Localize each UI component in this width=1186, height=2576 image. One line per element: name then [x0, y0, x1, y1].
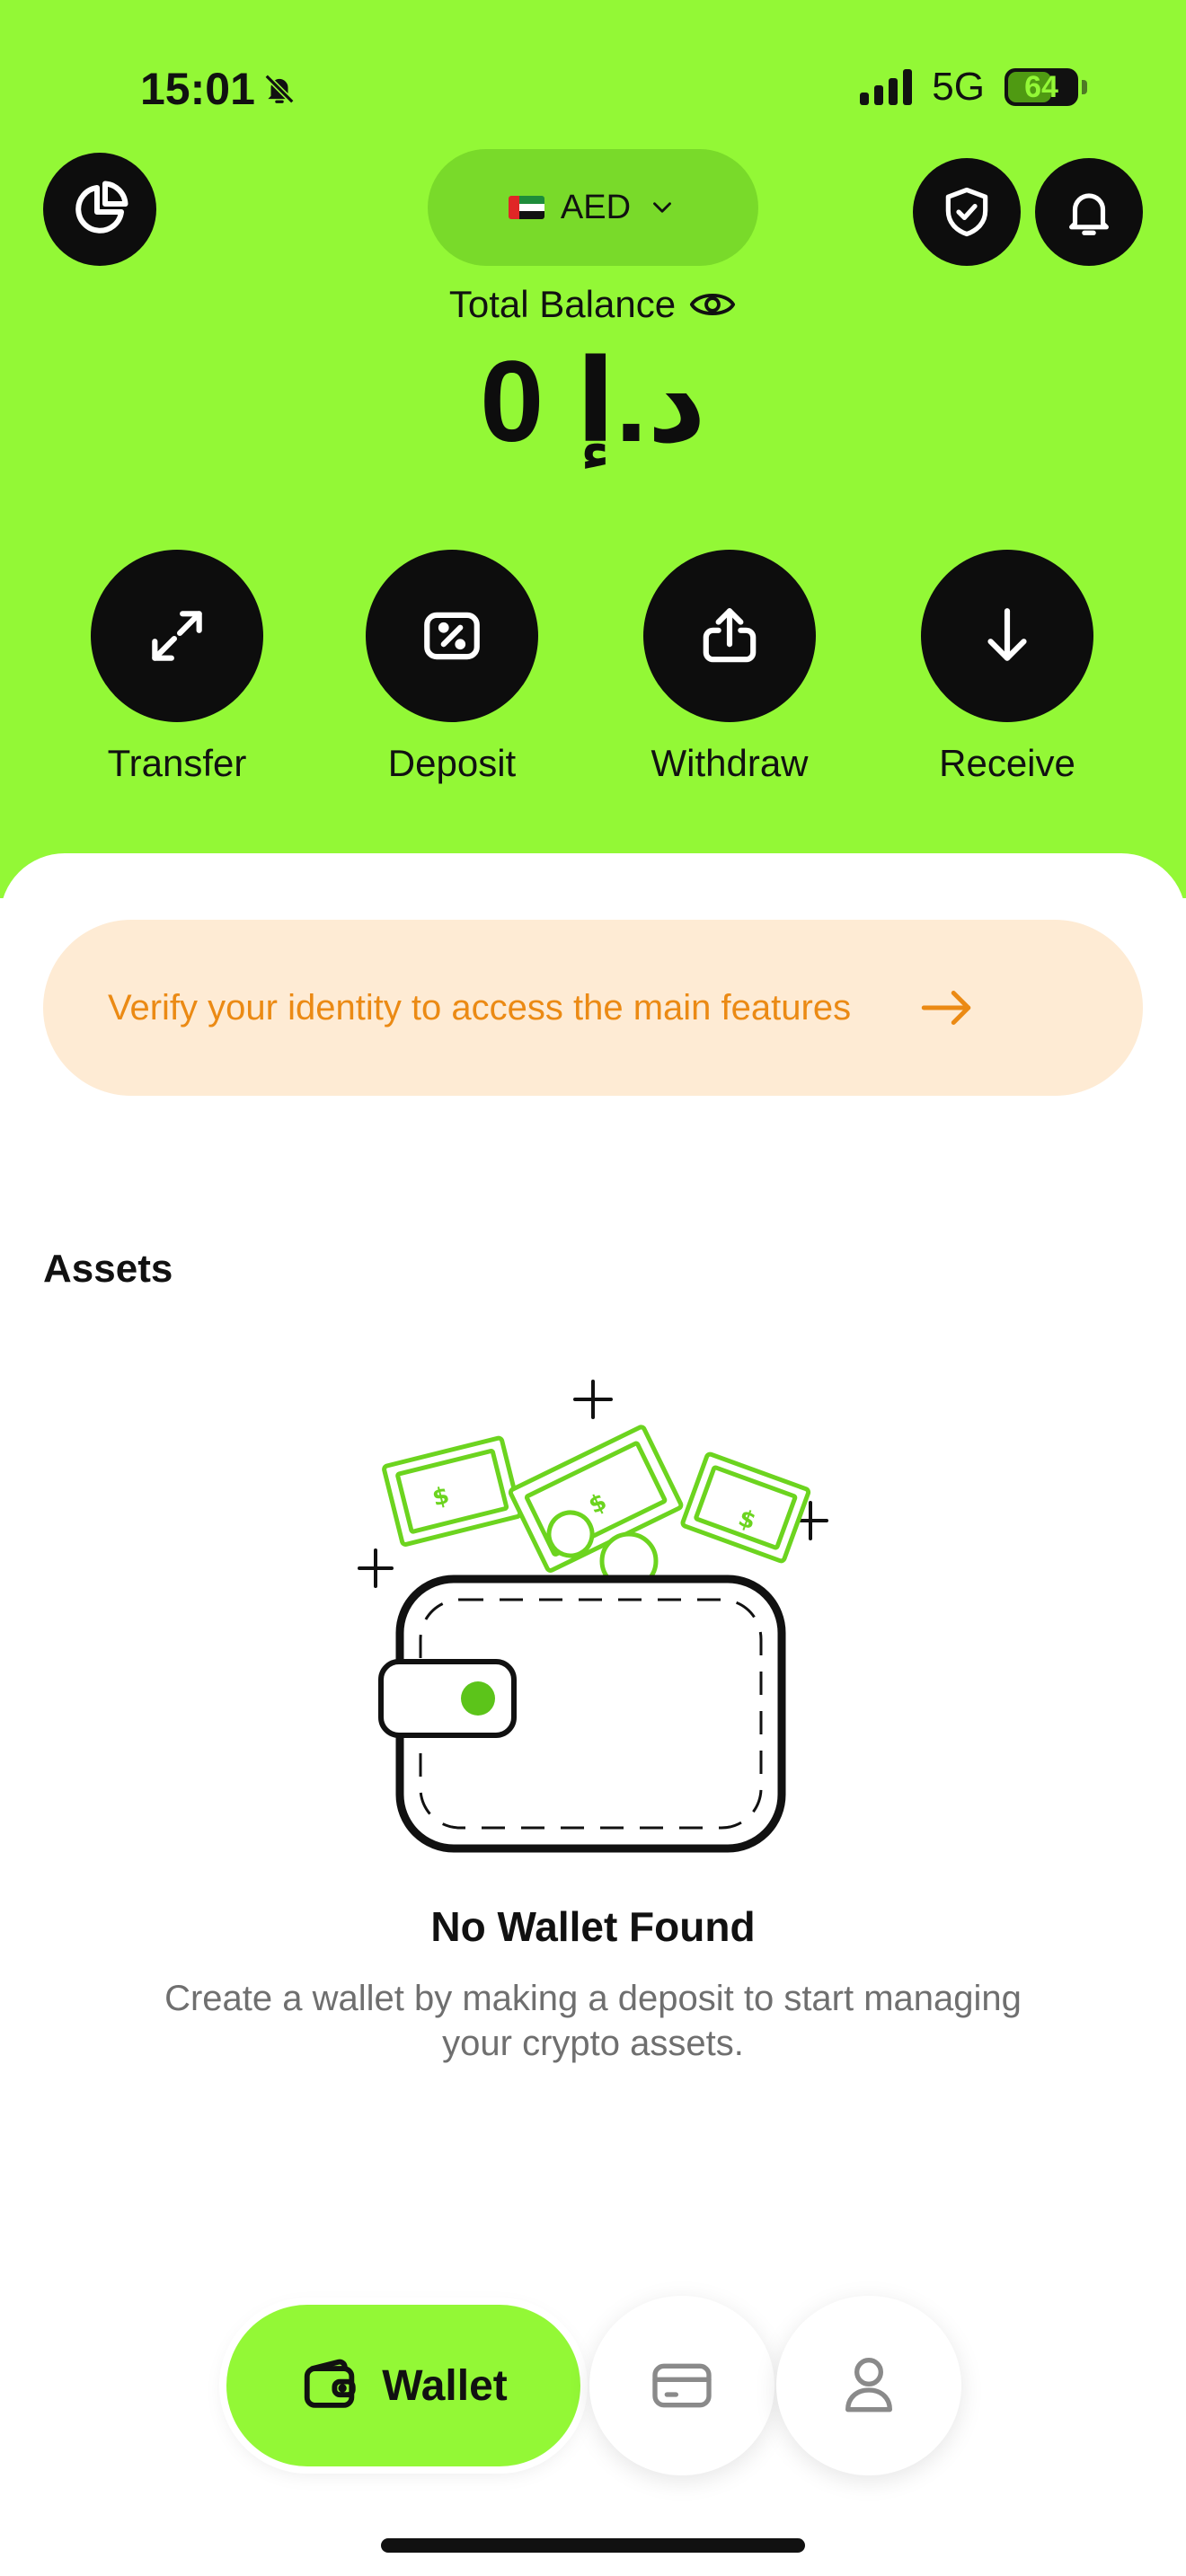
deposit-action[interactable]: Deposit [349, 550, 555, 785]
bottom-navigation: Wallet [0, 2296, 1186, 2475]
card-icon [652, 2363, 712, 2408]
nav-card-tab[interactable] [589, 2296, 774, 2475]
withdraw-label: Withdraw [651, 742, 809, 784]
chevron-down-icon [653, 202, 671, 213]
receive-action[interactable]: Receive [904, 550, 1111, 785]
empty-state-title: No Wallet Found [430, 1903, 756, 1950]
transfer-label: Transfer [107, 742, 247, 784]
eye-icon[interactable] [688, 287, 737, 322]
currency-selector[interactable]: AED [428, 149, 758, 266]
status-time: 15:01 [140, 63, 296, 115]
bell-muted-icon [264, 74, 295, 104]
arrow-down-icon [987, 608, 1027, 661]
arrow-right-icon [921, 991, 971, 1025]
profile-icon [845, 2358, 892, 2413]
nav-wallet-label: Wallet [382, 2361, 508, 2410]
receive-label: Receive [939, 742, 1075, 784]
deposit-label: Deposit [387, 742, 517, 784]
withdraw-action[interactable]: Withdraw [626, 550, 833, 785]
transfer-arrows-icon [152, 611, 202, 661]
verify-identity-banner[interactable]: Verify your identity to access the main … [43, 920, 1143, 1096]
battery-icon: 64 [1005, 68, 1087, 106]
nav-wallet-tab[interactable]: Wallet [226, 2305, 580, 2466]
uae-flag-icon [508, 196, 544, 219]
portfolio-chart-button[interactable] [43, 153, 156, 266]
security-button[interactable] [913, 158, 1021, 266]
notifications-button[interactable] [1035, 158, 1143, 266]
pie-chart-icon [75, 181, 128, 234]
percent-ticket-icon [424, 612, 480, 660]
network-type: 5G [932, 65, 985, 109]
empty-state-description: Create a wallet by making a deposit to s… [164, 1979, 1022, 2063]
currency-code: AED [560, 188, 632, 226]
home-indicator [381, 2538, 805, 2553]
status-indicators: 5G 64 [860, 65, 1087, 110]
upload-share-icon [703, 608, 757, 663]
battery-level: 64 [1024, 69, 1058, 104]
assets-title: Assets [43, 1247, 173, 1291]
signal-icon [860, 69, 913, 105]
transfer-button[interactable] [91, 550, 263, 722]
withdraw-button[interactable] [643, 550, 816, 722]
verify-banner-text: Verify your identity to access the main … [108, 988, 852, 1028]
shield-check-icon [945, 187, 988, 237]
nav-profile-tab[interactable] [776, 2296, 961, 2475]
deposit-button[interactable] [366, 550, 538, 722]
wallet-icon [305, 2359, 356, 2408]
bell-icon [1069, 193, 1109, 235]
balance-amount: د.إ 0 [480, 338, 706, 466]
receive-button[interactable] [921, 550, 1093, 722]
empty-wallet-illustration: $ $ $ [358, 1380, 828, 1853]
transfer-action[interactable]: Transfer [74, 550, 280, 785]
balance-label: Total Balance [0, 283, 1186, 326]
